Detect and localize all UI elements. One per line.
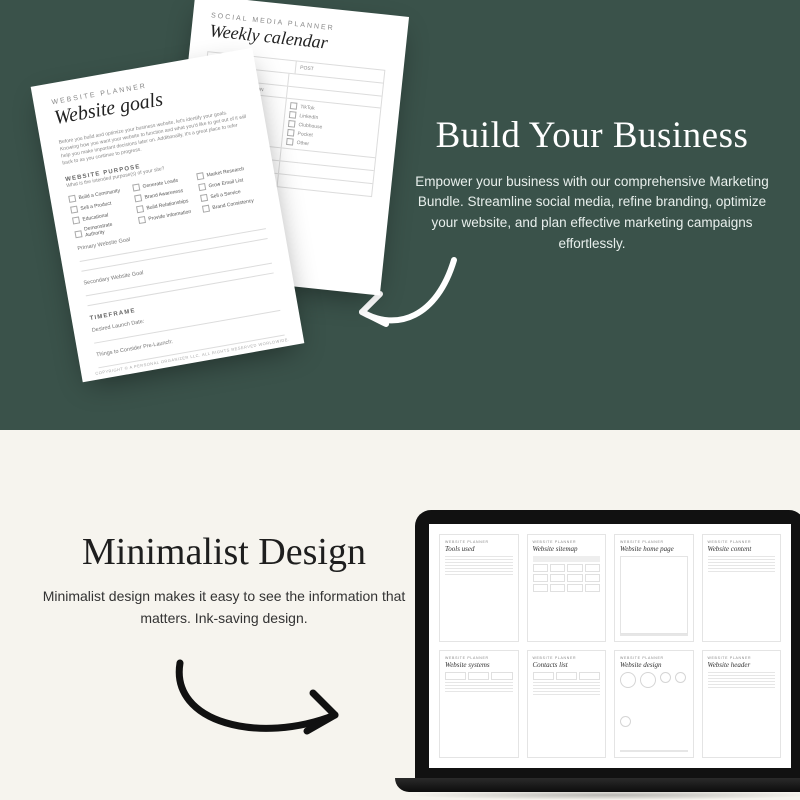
thumb-title: Website systems (445, 661, 513, 669)
hero-copy: Build Your Business Empower your busines… (412, 115, 772, 255)
thumb-title: Website header (708, 661, 776, 669)
thumb-title: Website content (708, 545, 776, 553)
thumb-title: Website home page (620, 545, 688, 553)
hero-body: Empower your business with our comprehen… (412, 172, 772, 256)
paper-mockups: SOCIAL MEDIA PLANNER Weekly calendar POS… (40, 0, 410, 435)
laptop-screen: WEBSITE PLANNER Tools used WEBSITE PLANN… (429, 524, 791, 768)
laptop-mockup: WEBSITE PLANNER Tools used WEBSITE PLANN… (395, 510, 800, 800)
hero-bottom-section: Minimalist Design Minimalist design make… (0, 430, 800, 800)
arrow-curve-right-icon (165, 645, 365, 755)
thumb-header: WEBSITE PLANNER Website header (702, 650, 782, 758)
hero-heading: Build Your Business (412, 115, 772, 158)
thumb-contacts: WEBSITE PLANNER Contacts list (527, 650, 607, 758)
minimalist-copy: Minimalist Design Minimalist design make… (34, 530, 414, 629)
thumb-title: Tools used (445, 545, 513, 553)
thumb-tools-used: WEBSITE PLANNER Tools used (439, 534, 519, 642)
thumb-title: Contacts list (533, 661, 601, 669)
minimalist-heading: Minimalist Design (34, 530, 414, 574)
thumb-kicker: WEBSITE PLANNER (445, 540, 513, 544)
thumb-kicker: WEBSITE PLANNER (708, 540, 776, 544)
thumb-kicker: WEBSITE PLANNER (708, 656, 776, 660)
thumb-kicker: WEBSITE PLANNER (533, 540, 601, 544)
thumb-kicker: WEBSITE PLANNER (533, 656, 601, 660)
thumb-title: Website design (620, 661, 688, 669)
thumb-kicker: WEBSITE PLANNER (620, 656, 688, 660)
thumb-sitemap: WEBSITE PLANNER Website sitemap (527, 534, 607, 642)
thumb-design: WEBSITE PLANNER Website design (614, 650, 694, 758)
thumb-systems: WEBSITE PLANNER Website systems (439, 650, 519, 758)
minimalist-body: Minimalist design makes it easy to see t… (34, 586, 414, 629)
thumb-home-page: WEBSITE PLANNER Website home page (614, 534, 694, 642)
thumb-content: WEBSITE PLANNER Website content (702, 534, 782, 642)
thumb-title: Website sitemap (533, 545, 601, 553)
thumb-kicker: WEBSITE PLANNER (445, 656, 513, 660)
laptop-base (395, 778, 800, 792)
thumb-kicker: WEBSITE PLANNER (620, 540, 688, 544)
laptop-bezel: WEBSITE PLANNER Tools used WEBSITE PLANN… (415, 510, 800, 778)
hero-top-section: Build Your Business Empower your busines… (0, 0, 800, 430)
